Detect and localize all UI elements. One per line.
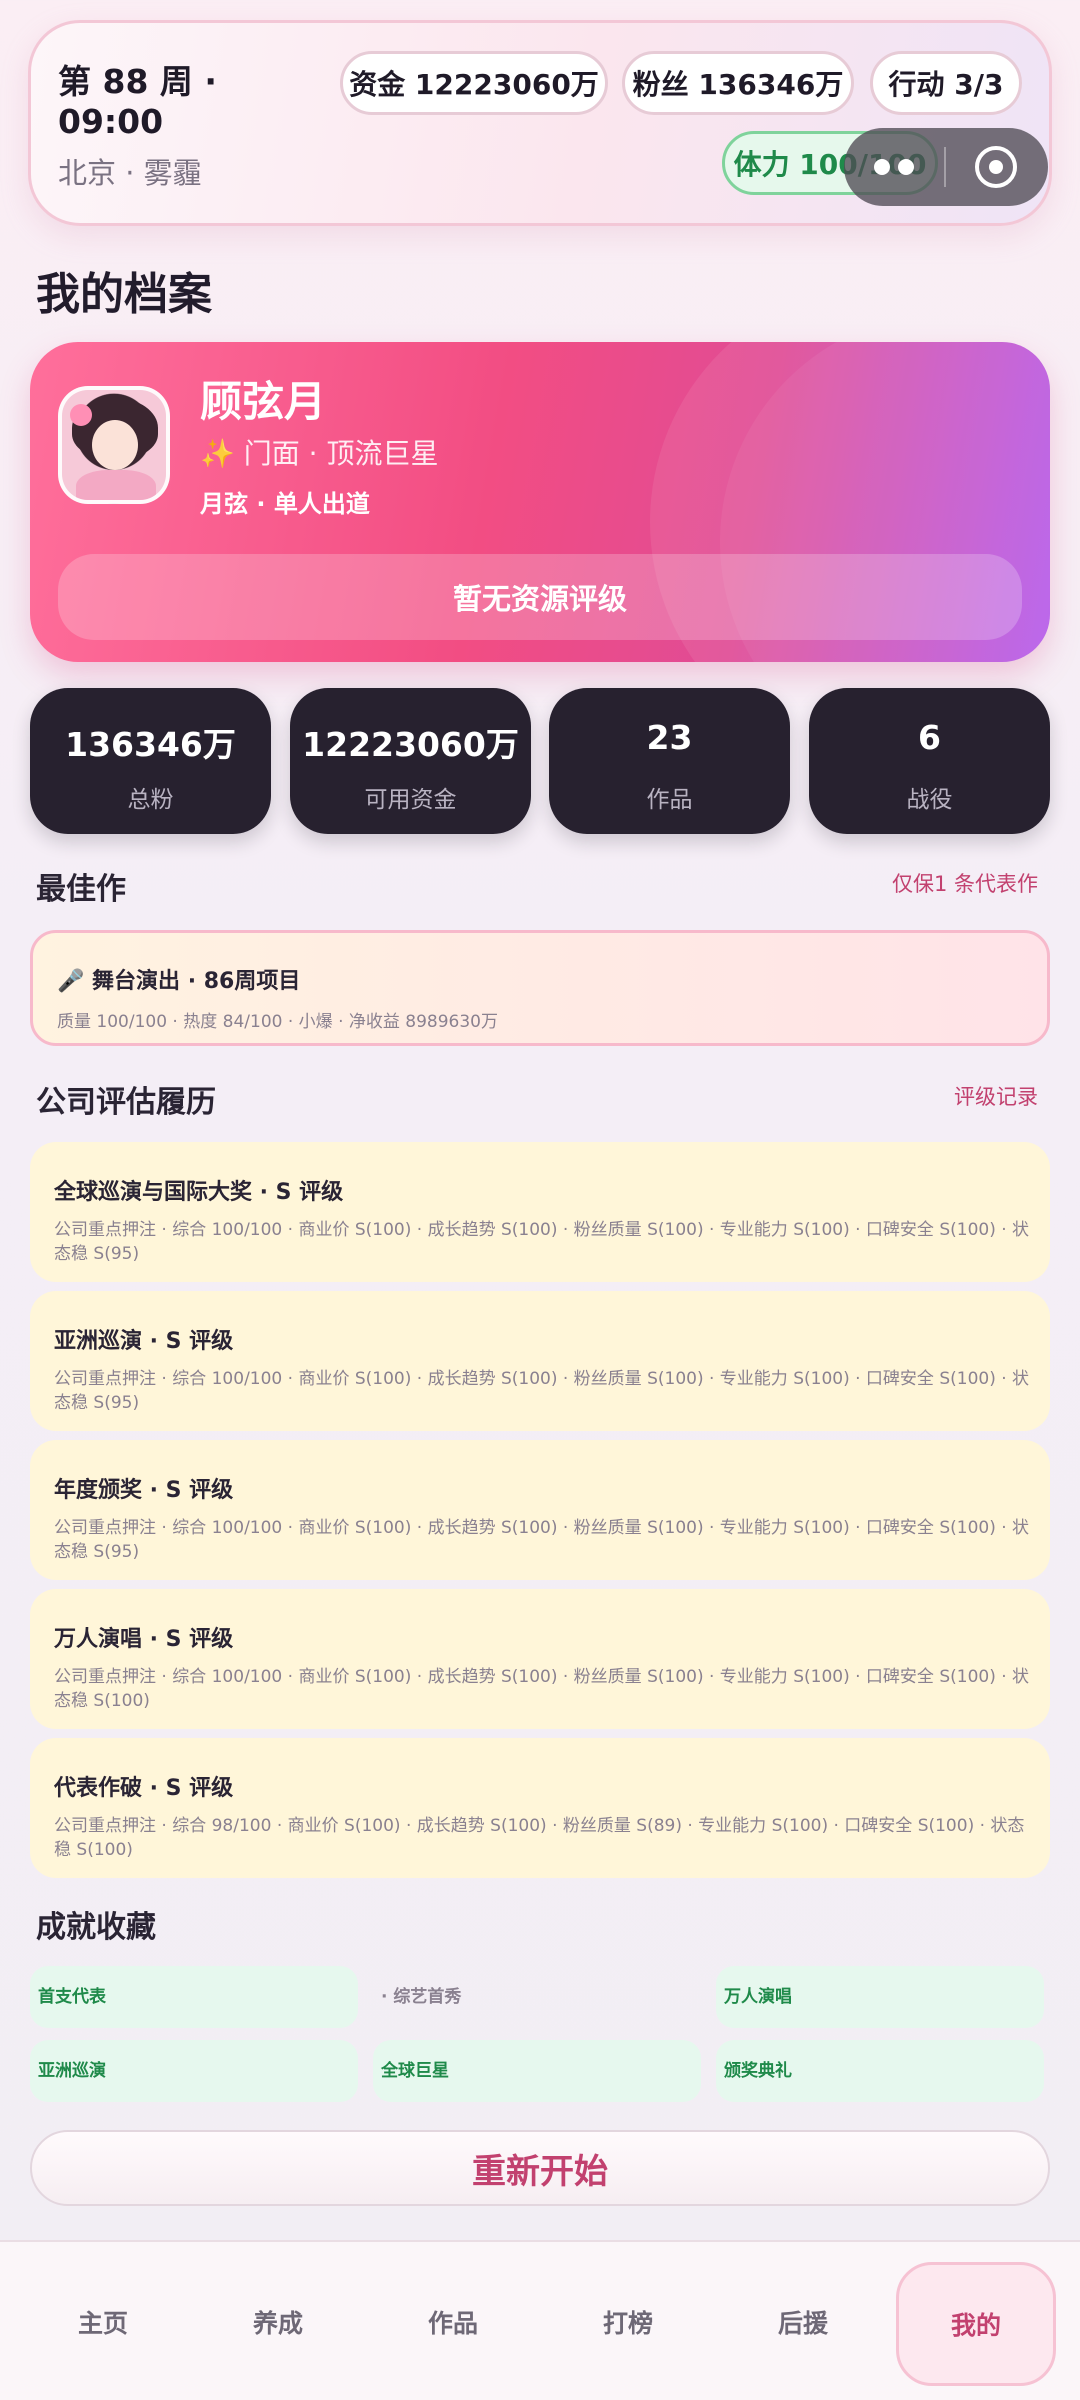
achievements-title: 成就收藏 bbox=[36, 1910, 156, 1945]
nav-item-chart[interactable]: 打榜 bbox=[543, 2242, 713, 2400]
evaluation-item-title: 代表作破 · S 评级 bbox=[54, 1776, 234, 1801]
evaluation-item-desc: 公司重点押注 · 综合 100/100 · 商业价 S(100) · 成长趋势 … bbox=[54, 1518, 1030, 1562]
achievement-badge: 颁奖典礼 bbox=[716, 2040, 1044, 2102]
evaluation-item-title: 年度颁奖 · S 评级 bbox=[54, 1478, 234, 1503]
stat-value: 12223060万 bbox=[302, 725, 519, 764]
actions-pill[interactable]: 行动 3/3 bbox=[870, 51, 1022, 115]
bottom-nav: 主页 养成 作品 打榜 后援 我的 bbox=[0, 2240, 1080, 2400]
achievement-badge: 首支代表 bbox=[30, 1966, 358, 2028]
mini-program-capsule bbox=[844, 128, 1048, 206]
evaluation-item: 亚洲巡演 · S 评级 公司重点押注 · 综合 100/100 · 商业价 S(… bbox=[30, 1291, 1050, 1431]
best-work-note: 仅保1 条代表作 bbox=[891, 872, 1038, 896]
achievement-badge-locked: · 综艺首秀 bbox=[381, 1987, 462, 2007]
artist-role: ✨ 门面 · 顶流巨星 bbox=[200, 437, 439, 470]
evaluation-item: 全球巡演与国际大奖 · S 评级 公司重点押注 · 综合 100/100 · 商… bbox=[30, 1142, 1050, 1282]
artist-group: 月弦 · 单人出道 bbox=[200, 490, 370, 518]
profile-card: 顾弦月 ✨ 门面 · 顶流巨星 月弦 · 单人出道 暂无资源评级 bbox=[30, 342, 1050, 662]
stat-works: 23 作品 bbox=[549, 688, 790, 834]
location-weather: 北京 · 雾霾 bbox=[58, 156, 202, 190]
stat-label: 作品 bbox=[646, 787, 693, 813]
nav-item-works[interactable]: 作品 bbox=[368, 2242, 538, 2400]
stat-label: 战役 bbox=[906, 787, 953, 813]
stat-campaigns: 6 战役 bbox=[809, 688, 1050, 834]
page-title: 我的档案 bbox=[36, 269, 212, 320]
stat-value: 136346万 bbox=[65, 725, 236, 764]
evaluation-item-title: 万人演唱 · S 评级 bbox=[54, 1627, 234, 1652]
nav-item-training[interactable]: 养成 bbox=[193, 2242, 363, 2400]
achievement-badge: 亚洲巡演 bbox=[30, 2040, 358, 2102]
stat-total-fans: 136346万 总粉 bbox=[30, 688, 271, 834]
close-target-icon[interactable] bbox=[946, 146, 1046, 188]
evaluation-item-title: 亚洲巡演 · S 评级 bbox=[54, 1329, 234, 1354]
evaluation-item: 代表作破 · S 评级 公司重点押注 · 综合 98/100 · 商业价 S(1… bbox=[30, 1738, 1050, 1878]
evaluation-title: 公司评估履历 bbox=[36, 1085, 216, 1120]
evaluation-item: 万人演唱 · S 评级 公司重点押注 · 综合 100/100 · 商业价 S(… bbox=[30, 1589, 1050, 1729]
achievement-badge: 全球巨星 bbox=[373, 2040, 701, 2102]
best-work-meta: 质量 100/100 · 热度 84/100 · 小爆 · 净收益 898963… bbox=[57, 1012, 498, 1032]
avatar[interactable] bbox=[58, 386, 170, 504]
evaluation-item-desc: 公司重点押注 · 综合 98/100 · 商业价 S(100) · 成长趋势 S… bbox=[54, 1816, 1025, 1860]
fans-pill[interactable]: 粉丝 136346万 bbox=[622, 51, 854, 115]
best-work-card[interactable]: 🎤 舞台演出 · 86周项目 质量 100/100 · 热度 84/100 · … bbox=[30, 930, 1050, 1046]
evaluation-item: 年度颁奖 · S 评级 公司重点押注 · 综合 100/100 · 商业价 S(… bbox=[30, 1440, 1050, 1580]
stat-available-funds: 12223060万 可用资金 bbox=[290, 688, 531, 834]
stat-value: 6 bbox=[918, 718, 941, 757]
stat-label: 总粉 bbox=[127, 787, 174, 813]
nav-item-support[interactable]: 后援 bbox=[718, 2242, 888, 2400]
resource-rating-button[interactable]: 暂无资源评级 bbox=[58, 554, 1022, 640]
evaluation-item-desc: 公司重点押注 · 综合 100/100 · 商业价 S(100) · 成长趋势 … bbox=[54, 1667, 1030, 1711]
achievement-badge: 万人演唱 bbox=[716, 1966, 1044, 2028]
evaluation-item-desc: 公司重点押注 · 综合 100/100 · 商业价 S(100) · 成长趋势 … bbox=[54, 1220, 1030, 1264]
more-icon[interactable] bbox=[844, 159, 944, 175]
restart-button[interactable]: 重新开始 bbox=[30, 2130, 1050, 2206]
stat-value: 23 bbox=[646, 718, 693, 757]
funds-pill[interactable]: 资金 12223060万 bbox=[340, 51, 608, 115]
best-work-title: 最佳作 bbox=[36, 872, 126, 907]
artist-name: 顾弦月 bbox=[200, 377, 327, 426]
stat-label: 可用资金 bbox=[364, 787, 457, 813]
week-time: 第 88 周 · 09:00 bbox=[58, 62, 217, 141]
nav-item-profile[interactable]: 我的 bbox=[896, 2262, 1056, 2386]
evaluation-item-desc: 公司重点押注 · 综合 100/100 · 商业价 S(100) · 成长趋势 … bbox=[54, 1369, 1030, 1413]
best-work-name: 🎤 舞台演出 · 86周项目 bbox=[57, 969, 301, 994]
evaluation-item-title: 全球巡演与国际大奖 · S 评级 bbox=[54, 1180, 344, 1205]
rating-records-link[interactable]: 评级记录 bbox=[954, 1081, 1038, 1111]
nav-item-home[interactable]: 主页 bbox=[18, 2242, 188, 2400]
